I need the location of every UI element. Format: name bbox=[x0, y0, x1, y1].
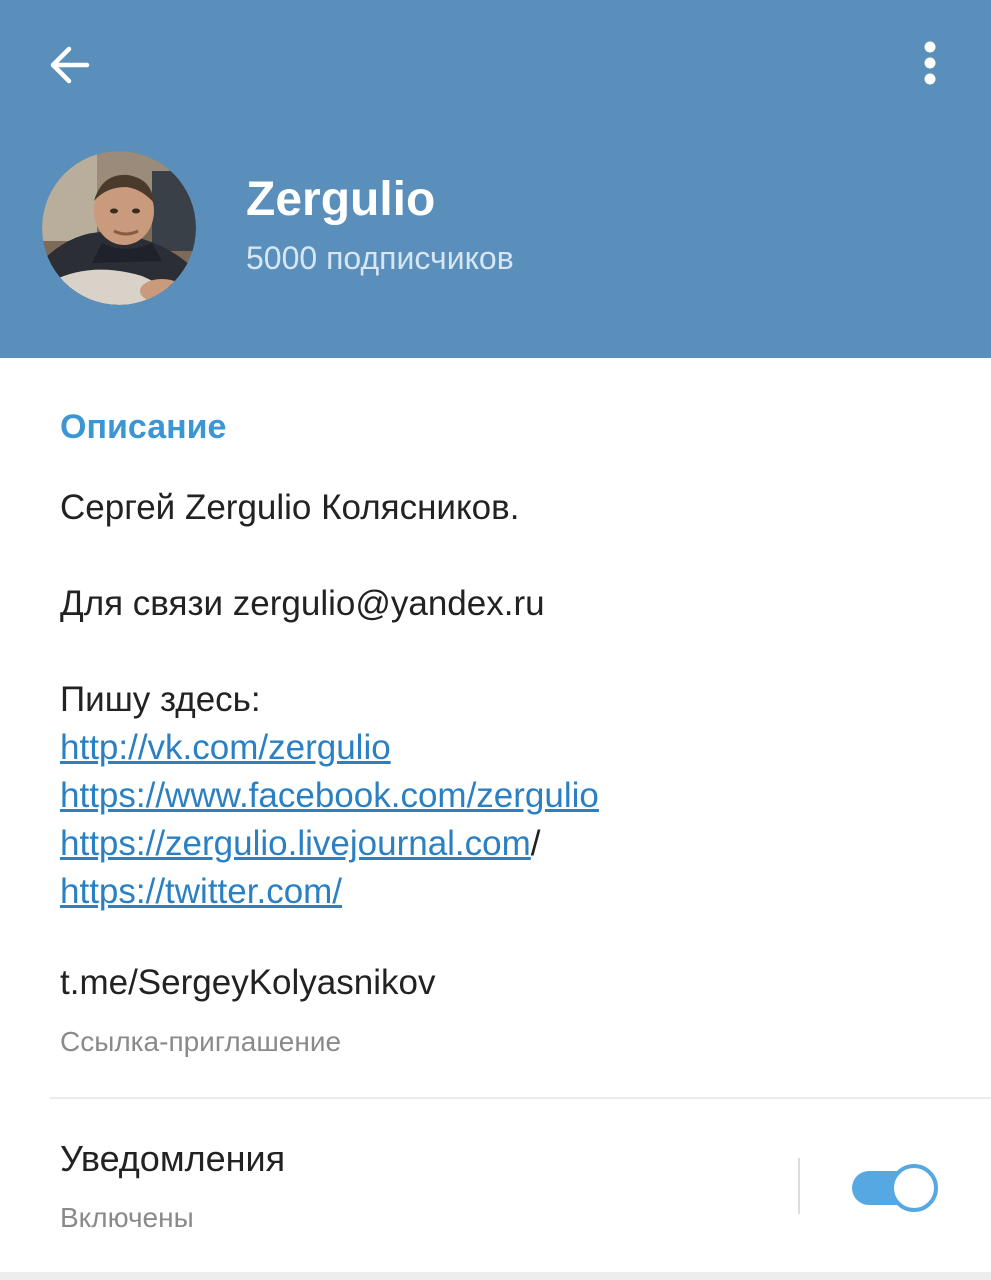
channel-avatar[interactable] bbox=[42, 151, 196, 305]
link-twitter[interactable]: https://twitter.com/ bbox=[60, 872, 342, 911]
channel-header: Zergulio 5000 подписчиков bbox=[0, 0, 991, 358]
divider bbox=[50, 1097, 991, 1099]
more-menu-button[interactable] bbox=[900, 32, 960, 98]
description-line-write-here: Пишу здесь: bbox=[60, 680, 261, 719]
description-line-contact[interactable]: Для связи zergulio@yandex.ru bbox=[60, 580, 960, 628]
notifications-status: Включены bbox=[60, 1202, 194, 1233]
description-line-name: Сергей Zergulio Колясников. bbox=[60, 488, 520, 527]
channel-name: Zergulio bbox=[246, 173, 436, 226]
notifications-toggle[interactable] bbox=[850, 1162, 938, 1212]
link-livejournal[interactable]: https://zergulio.livejournal.com bbox=[60, 824, 531, 863]
link-facebook[interactable]: https://www.facebook.com/zergulio bbox=[60, 776, 599, 815]
toggle-knob bbox=[890, 1164, 938, 1212]
invite-link[interactable]: t.me/SergeyKolyasnikov bbox=[60, 963, 435, 1003]
bottom-divider bbox=[0, 1272, 991, 1280]
subscriber-count: 5000 подписчиков bbox=[246, 240, 514, 276]
trailing-slash: / bbox=[530, 824, 541, 863]
description-text: Сергей Zergulio Колясников. Для связи ze… bbox=[60, 484, 960, 916]
arrow-left-icon bbox=[50, 46, 90, 84]
invite-link-label: Ссылка-приглашение bbox=[60, 1026, 342, 1057]
link-vk[interactable]: http://vk.com/zergulio bbox=[60, 728, 391, 767]
more-vertical-icon bbox=[924, 41, 936, 85]
vertical-separator bbox=[798, 1158, 800, 1214]
description-title: Описание bbox=[60, 408, 227, 446]
back-button[interactable] bbox=[36, 32, 102, 98]
notifications-label[interactable]: Уведомления bbox=[60, 1138, 285, 1180]
